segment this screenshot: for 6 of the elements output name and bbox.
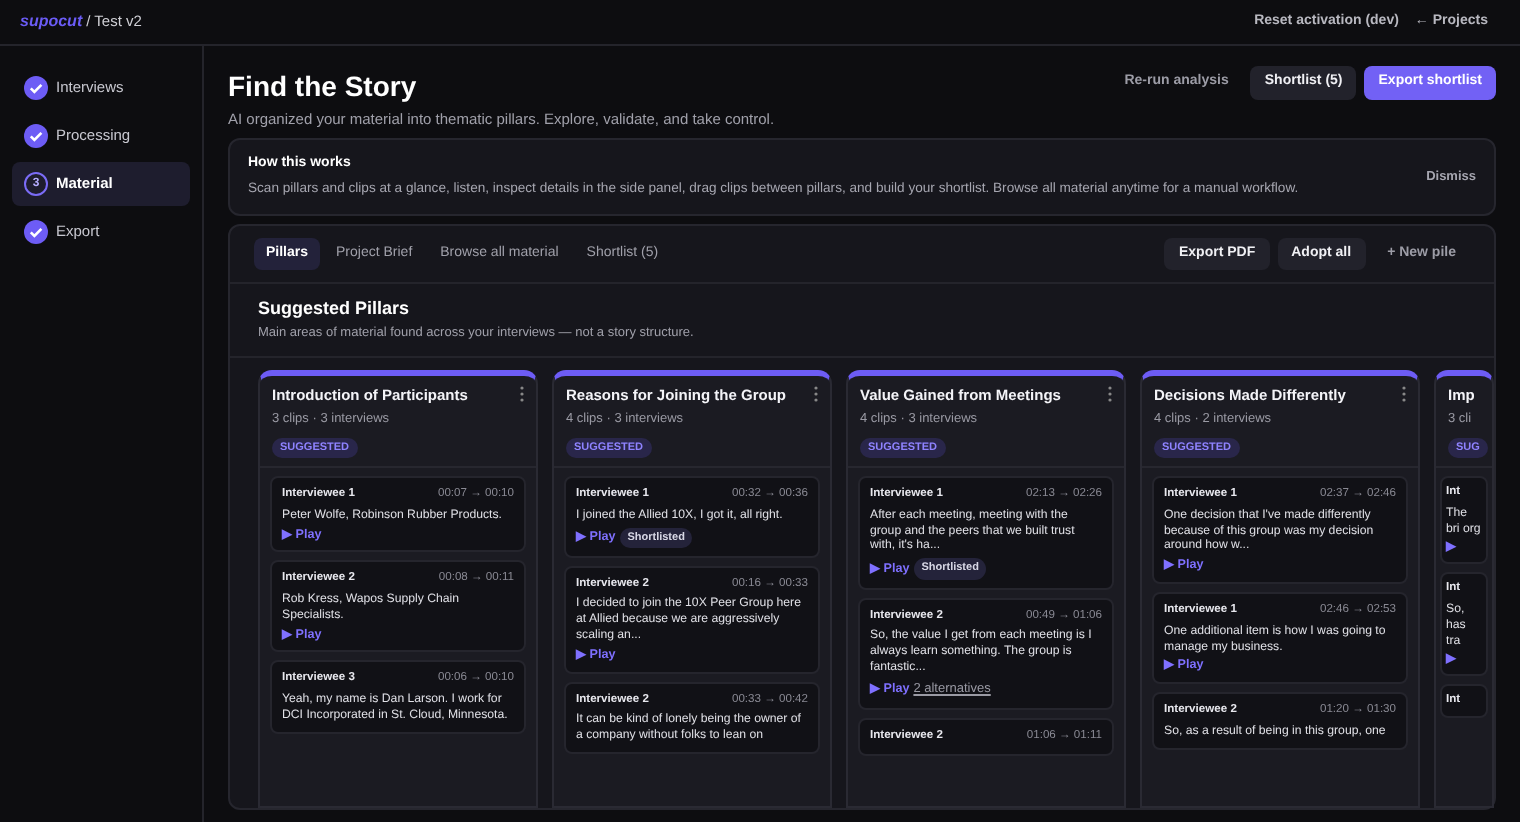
page-title: Find the Story bbox=[228, 68, 419, 106]
logo[interactable]: supocut bbox=[20, 10, 83, 34]
check-icon bbox=[24, 220, 48, 244]
check-icon bbox=[24, 124, 48, 148]
section-title: Suggested Pillars bbox=[258, 296, 412, 323]
check-icon bbox=[24, 76, 48, 100]
